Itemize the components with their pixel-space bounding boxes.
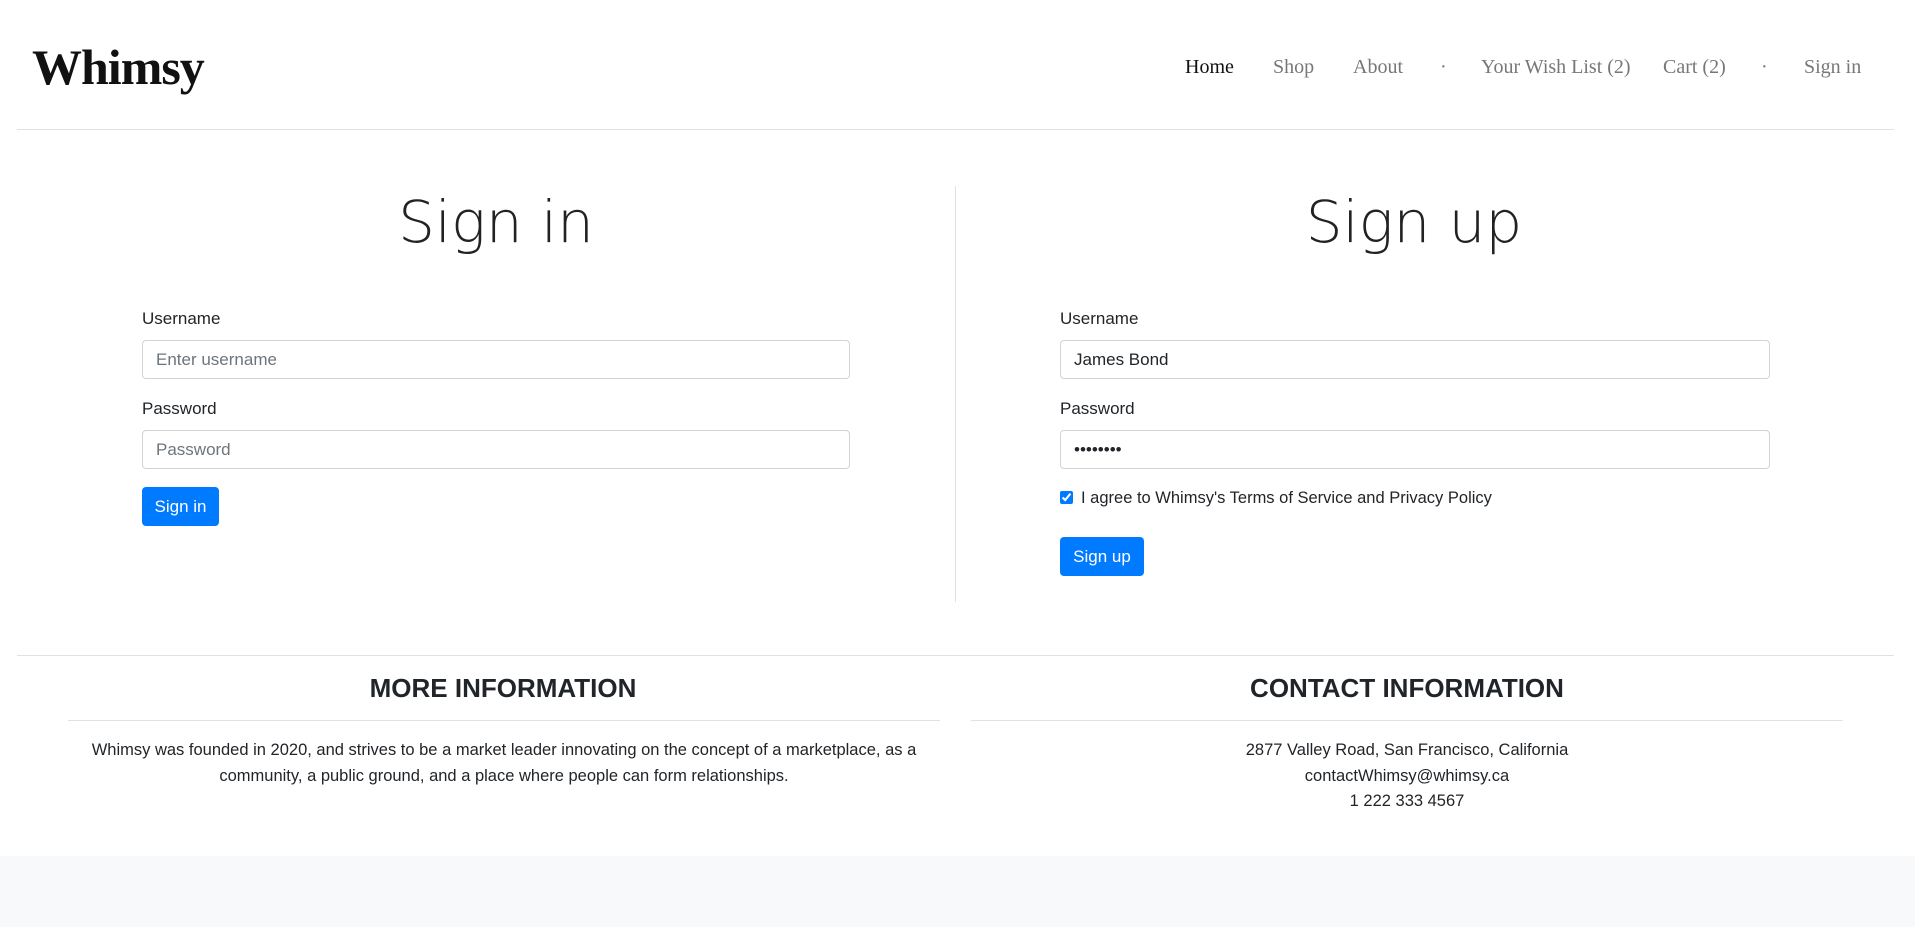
nav-about[interactable]: About	[1353, 56, 1403, 79]
signup-username-input[interactable]	[1060, 340, 1770, 379]
nav-separator: ·	[1440, 56, 1447, 78]
contact-info-heading: CONTACT INFORMATION	[1250, 673, 1564, 703]
signin-title: Sign in	[398, 188, 594, 256]
nav-separator: ·	[1761, 56, 1768, 78]
contact-info-underline	[971, 720, 1843, 721]
nav-wish-list[interactable]: Your Wish List (2)	[1481, 56, 1631, 79]
agree-checkbox[interactable]	[1060, 491, 1073, 504]
signin-username-input[interactable]	[142, 340, 850, 379]
signin-password-input[interactable]	[142, 430, 850, 469]
header-divider	[17, 129, 1894, 130]
email-link[interactable]: contactWhimsy@whimsy.ca	[971, 764, 1843, 790]
text-line: Whimsy was founded in 2020, and strives …	[91, 741, 917, 759]
column-divider	[955, 186, 956, 602]
more-info-text: Whimsy was founded in 2020, and strives …	[68, 738, 940, 789]
nav-cart[interactable]: Cart (2)	[1663, 56, 1726, 79]
address: 2877 Valley Road, San Francisco, Califor…	[1245, 741, 1569, 759]
signup-password-input[interactable]	[1060, 430, 1770, 469]
signin-button[interactable]: Sign in	[142, 487, 219, 526]
text-line: community, a public ground, and a place …	[219, 766, 789, 785]
nav-sign-in[interactable]: Sign in	[1804, 56, 1861, 79]
signin-username-label: Username	[142, 309, 221, 328]
footer-divider	[17, 655, 1894, 656]
signin-password-label: Password	[142, 399, 217, 418]
bottom-band	[0, 856, 1915, 927]
more-info-heading: MORE INFORMATION	[369, 673, 637, 703]
nav-shop[interactable]: Shop	[1273, 56, 1314, 79]
signup-password-label: Password	[1060, 399, 1135, 418]
more-info-underline	[68, 720, 940, 721]
signup-button[interactable]: Sign up	[1060, 537, 1144, 576]
contact-info-text: 2877 Valley Road, San Francisco, Califor…	[971, 738, 1843, 815]
agree-label[interactable]: I agree to Whimsy's Terms of Service and…	[1081, 489, 1492, 508]
signup-title: Sign up	[1305, 188, 1523, 256]
phone: 1 222 333 4567	[1349, 792, 1465, 810]
signup-username-label: Username	[1060, 309, 1139, 328]
nav-home[interactable]: Home	[1185, 56, 1234, 79]
logo[interactable]: Whimsy	[32, 38, 205, 96]
